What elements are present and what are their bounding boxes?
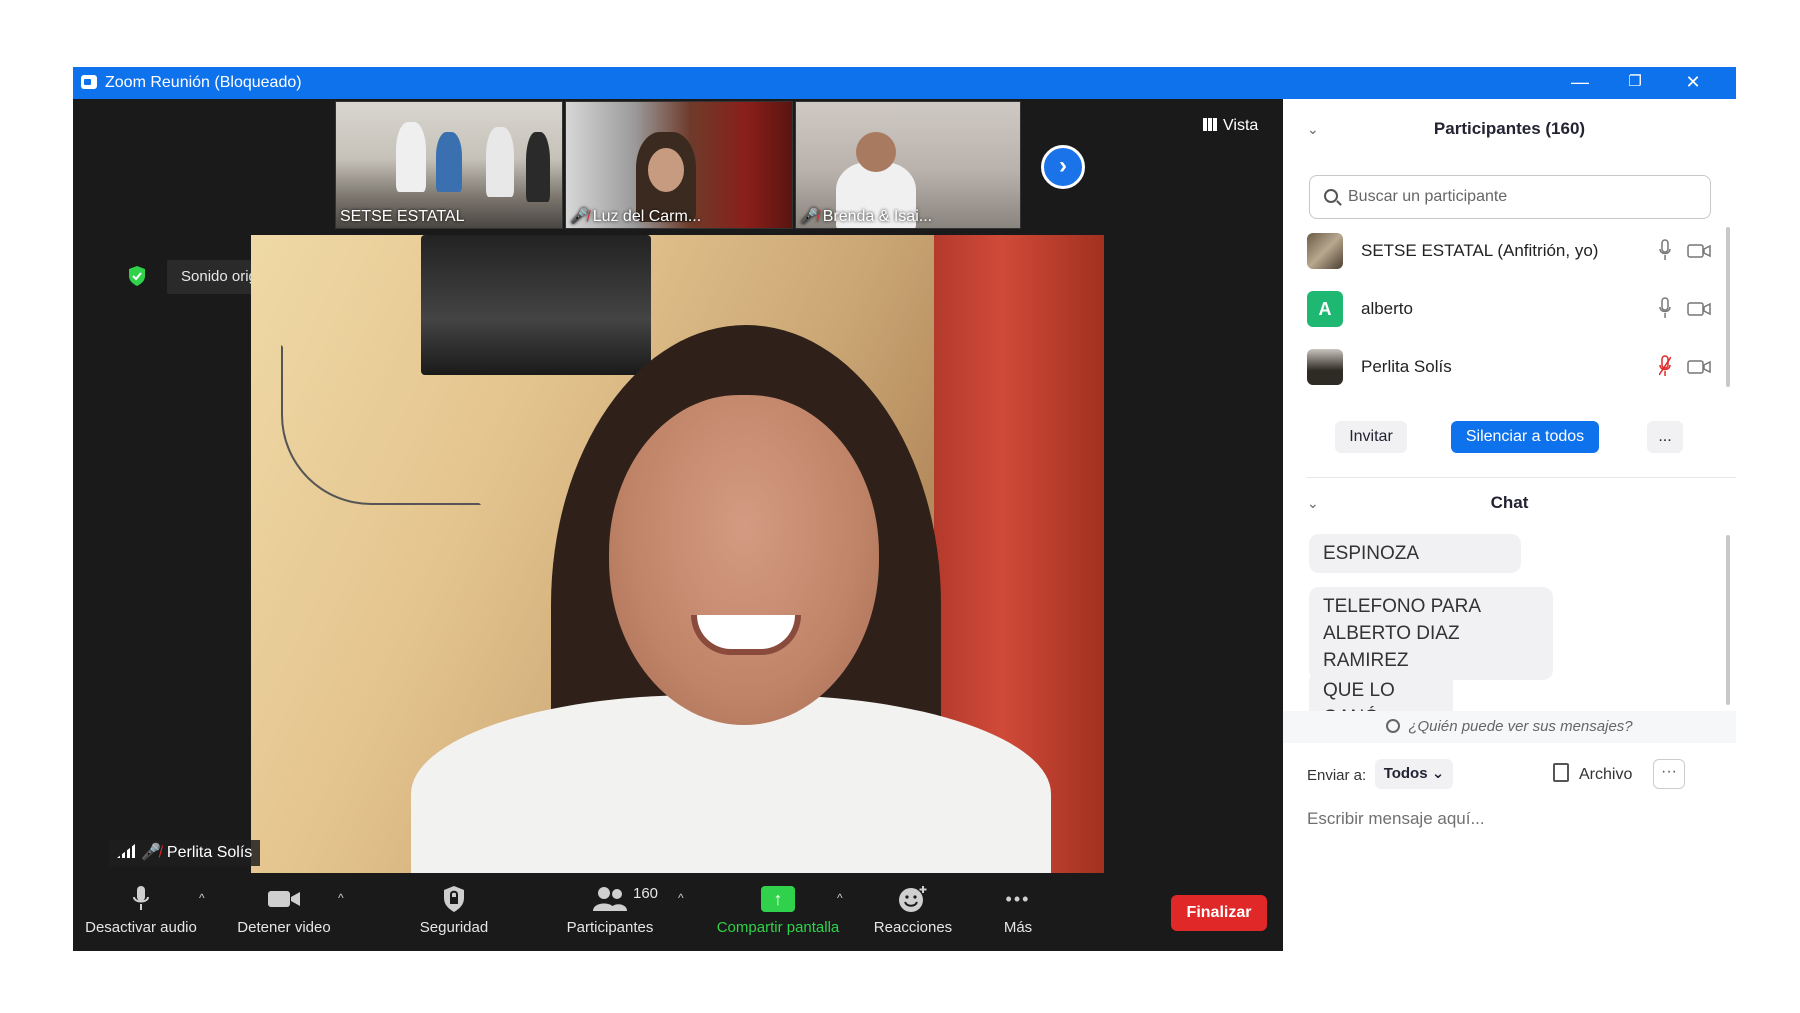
participant-name: Perlita Solís (1361, 357, 1452, 376)
avatar (1307, 349, 1343, 385)
meeting-toolbar: Desactivar audio ^ Detener video ^ Segur… (73, 879, 1283, 951)
gallery-thumbnail[interactable]: 🎤̸ Brenda & Isai... (795, 101, 1021, 229)
speaker-name: Perlita Solís (166, 844, 253, 861)
invite-button[interactable]: Invitar (1335, 421, 1407, 453)
file-button[interactable]: Archivo (1553, 763, 1632, 784)
chat-header: ⌄ Chat (1283, 483, 1736, 523)
title-bar: Zoom Reunión (Bloqueado) — ❐ ✕ (73, 67, 1736, 99)
divider (1307, 477, 1736, 478)
chat-scrollbar[interactable] (1726, 535, 1730, 705)
participant-search-input[interactable]: Buscar un participante (1309, 175, 1711, 219)
chat-message: ESPINOZA (1309, 534, 1521, 573)
share-options-caret[interactable]: ^ (837, 891, 843, 905)
message-visibility-link[interactable]: ¿Quién puede ver sus mensajes? (1283, 711, 1736, 743)
zoom-window: Zoom Reunión (Bloqueado) — ❐ ✕ SETSE EST… (73, 67, 1736, 951)
share-screen-button[interactable]: ↑ Compartir pantalla (703, 879, 853, 951)
thumbnail-label: Luz del Carm... (592, 208, 702, 225)
side-panel: ⌄ Participantes (160) Buscar un particip… (1283, 99, 1736, 951)
audio-options-caret[interactable]: ^ (199, 891, 205, 905)
search-icon (1324, 189, 1338, 203)
participants-icon (593, 887, 627, 911)
view-button[interactable]: Vista (1203, 117, 1258, 135)
chat-more-button[interactable]: ··· (1653, 759, 1685, 789)
microphone-icon[interactable] (1659, 239, 1671, 261)
security-button[interactable]: Seguridad (408, 879, 500, 951)
mute-all-button[interactable]: Silenciar a todos (1451, 421, 1599, 453)
avatar: A (1307, 291, 1343, 327)
send-to-select[interactable]: Todos ⌄ (1375, 759, 1453, 789)
participant-row[interactable]: SETSE ESTATAL (Anfitrión, yo) (1307, 231, 1711, 271)
encryption-shield-icon[interactable] (127, 265, 147, 287)
gallery-thumbnail[interactable]: 🎤̸ Luz del Carm... (565, 101, 793, 229)
participants-options-caret[interactable]: ^ (678, 891, 684, 905)
stop-video-button[interactable]: Detener video (233, 879, 335, 951)
view-label: Vista (1223, 117, 1259, 134)
chat-message: TELEFONO PARA ALBERTO DIAZ RAMIREZ (1309, 587, 1553, 680)
mic-muted-icon[interactable] (1659, 355, 1671, 377)
close-button[interactable]: ✕ (1663, 67, 1723, 99)
participants-more-button[interactable]: ... (1647, 421, 1683, 453)
participants-header: ⌄ Participantes (160) (1283, 109, 1736, 149)
microphone-icon[interactable] (1659, 297, 1671, 319)
security-shield-icon (444, 886, 464, 912)
participant-name: SETSE ESTATAL (Anfitrión, yo) (1361, 241, 1599, 260)
participants-scrollbar[interactable] (1726, 227, 1730, 387)
chat-title: Chat (1490, 493, 1529, 512)
participants-title: Participantes (160) (1433, 119, 1586, 138)
restore-button[interactable]: ❐ (1605, 67, 1665, 99)
more-dots-icon: ••• (1005, 888, 1031, 909)
speaker-name-badge: 🎤̸ Perlita Solís (109, 840, 261, 866)
window-title: Zoom Reunión (Bloqueado) (105, 74, 302, 91)
thumbnail-label: Brenda & Isai... (822, 208, 933, 225)
mute-audio-button[interactable]: Desactivar audio (85, 879, 197, 951)
gallery-thumbnail[interactable]: SETSE ESTATAL (335, 101, 563, 229)
participant-name: alberto (1361, 299, 1413, 318)
active-speaker-video (251, 235, 1104, 873)
more-button[interactable]: ••• Más (973, 879, 1063, 951)
smiley-icon (899, 886, 927, 912)
video-camera-icon[interactable] (1687, 359, 1711, 375)
person-eye-icon (1386, 719, 1401, 733)
mic-muted-icon: 🎤̸ (570, 208, 589, 225)
reactions-button[interactable]: Reacciones (863, 879, 963, 951)
next-page-button[interactable]: › (1041, 145, 1085, 189)
collapse-chevron-icon[interactable]: ⌄ (1307, 483, 1319, 523)
minimize-button[interactable]: — (1550, 67, 1610, 99)
mic-muted-icon: 🎤̸ (141, 844, 161, 861)
thumbnail-label: SETSE ESTATAL (340, 208, 465, 225)
end-meeting-button[interactable]: Finalizar (1171, 895, 1267, 931)
zoom-app-icon (81, 75, 97, 89)
avatar (1307, 233, 1343, 269)
microphone-icon (133, 886, 149, 910)
signal-strength-icon (117, 844, 135, 858)
video-camera-icon[interactable] (1687, 243, 1711, 259)
participant-row[interactable]: Perlita Solís (1307, 347, 1711, 387)
collapse-chevron-icon[interactable]: ⌄ (1307, 109, 1319, 149)
video-options-caret[interactable]: ^ (338, 891, 344, 905)
grid-view-icon (1203, 118, 1217, 131)
mic-muted-icon: 🎤̸ (800, 208, 819, 225)
chat-message-input[interactable] (1307, 799, 1707, 839)
participant-row[interactable]: A alberto (1307, 289, 1711, 329)
participants-count: 160 (633, 885, 659, 902)
share-screen-icon: ↑ (761, 886, 795, 912)
video-camera-icon[interactable] (1687, 301, 1711, 317)
send-to-label: Enviar a: (1307, 767, 1367, 784)
file-icon (1553, 763, 1569, 782)
video-camera-icon (268, 891, 300, 907)
video-area: SETSE ESTATAL 🎤̸ Luz del Carm... 🎤̸ Brenda… (73, 99, 1283, 951)
